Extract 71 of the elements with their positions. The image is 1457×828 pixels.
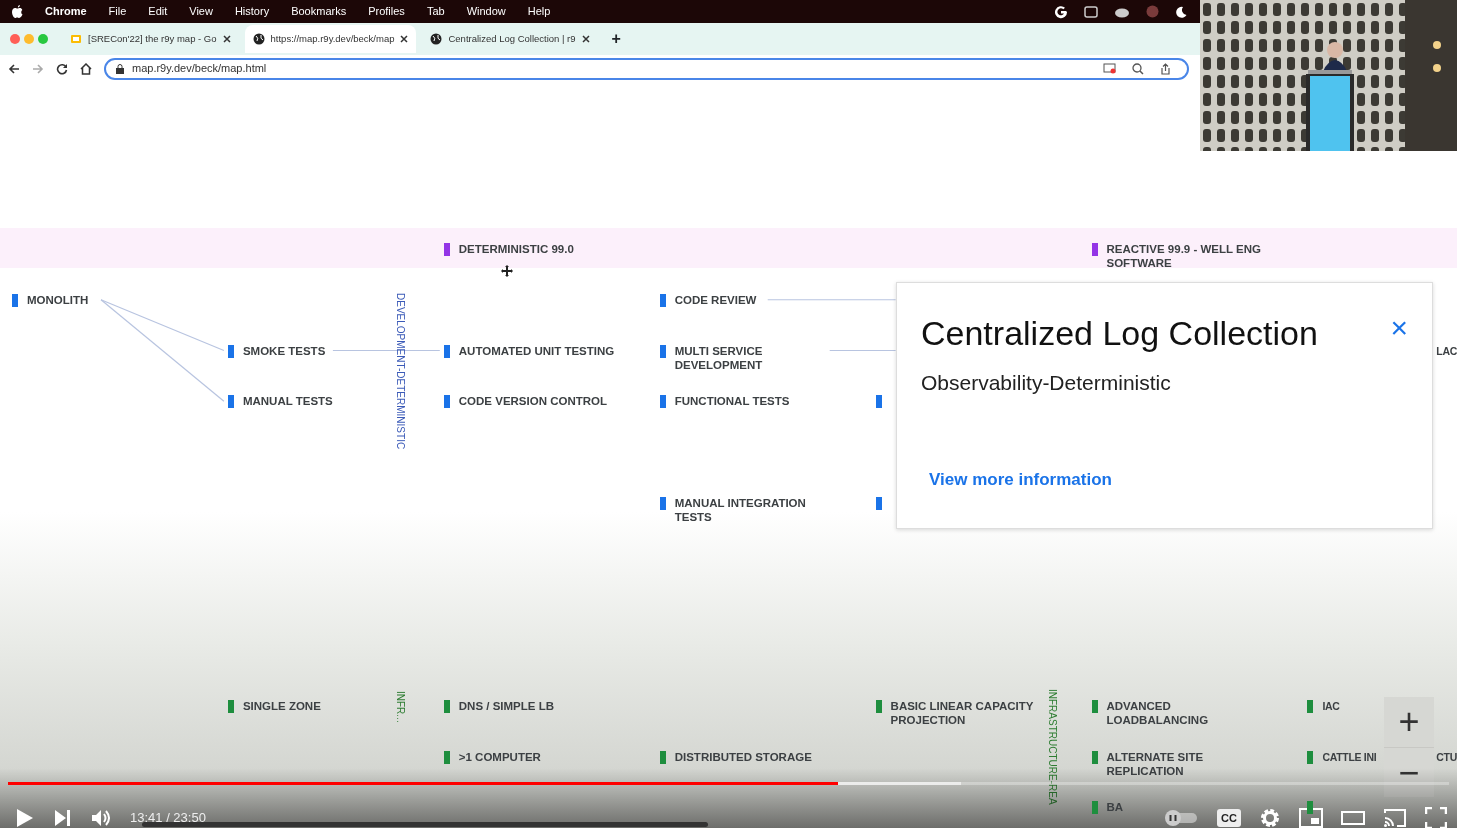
menu-item[interactable]: Tab [426, 3, 445, 20]
g-icon[interactable] [1054, 4, 1068, 19]
node-label[interactable]: MANUAL TESTS [242, 394, 333, 409]
section-label: DEVELOPMENT-DETERMINISTIC [393, 292, 406, 449]
node-label[interactable]: SINGLE ZONE [242, 698, 321, 713]
browser-tab[interactable]: [SRECon'22] the r9y map - Go [62, 25, 239, 53]
app-menu[interactable]: Chrome [45, 3, 87, 20]
new-tab-button[interactable]: + [611, 27, 621, 51]
close-button[interactable]: × [1390, 313, 1408, 343]
menu-item[interactable]: View [189, 3, 213, 20]
node-label[interactable]: ALTERNATE SITE REPLICATION [1106, 749, 1273, 778]
move-cursor-icon [501, 265, 513, 277]
node-label[interactable]: AUTOMATED UNIT TESTING [458, 343, 615, 358]
node-label[interactable]: ADVANCED LOADBALANCING [1106, 698, 1273, 727]
node-label[interactable]: DISTRIBUTED STORAGE [674, 749, 812, 764]
share-icon[interactable] [1160, 62, 1171, 75]
menu-item[interactable]: History [234, 3, 270, 20]
close-icon[interactable] [581, 35, 590, 43]
node-label: LAC [1436, 343, 1457, 359]
menu-item[interactable]: Bookmarks [291, 3, 347, 20]
section-label: INFRASTRUCTURE-REA [1045, 688, 1058, 805]
node-label[interactable]: DETERMINISTIC 99.0 [458, 242, 574, 256]
node-label[interactable]: CODE REVIEW [674, 292, 757, 307]
theater-icon[interactable] [1341, 810, 1365, 826]
node-label[interactable]: FUNCTIONAL TESTS [674, 394, 790, 409]
popup-subtitle: Observability-Deterministic [921, 370, 1172, 396]
popup-title: Centralized Log Collection [921, 313, 1318, 353]
document-icon [70, 33, 82, 45]
moon-icon[interactable] [1175, 5, 1187, 18]
node-label[interactable]: MONOLITH [27, 292, 89, 307]
reload-icon[interactable] [56, 62, 68, 75]
volume-icon[interactable] [90, 808, 112, 828]
settings-icon[interactable] [1259, 807, 1281, 828]
node-label[interactable]: CATTLE INI [1322, 749, 1377, 764]
browser-tab[interactable]: Centralized Log Collection | r9 [422, 25, 598, 53]
info-link[interactable]: View more information [929, 469, 1112, 489]
menu-item[interactable]: Help [527, 3, 551, 20]
back-icon[interactable] [8, 62, 20, 75]
node-label[interactable]: BASIC LINEAR CAPACITY PROJECTION [890, 698, 1043, 727]
section-label: INFR... [393, 690, 406, 723]
node-label[interactable]: IAC [1322, 698, 1340, 713]
home-icon[interactable] [80, 62, 92, 75]
menu-item[interactable]: Profiles [368, 3, 405, 20]
cast-icon[interactable] [1383, 808, 1407, 828]
node-label[interactable]: DNS / SIMPLE LB [458, 698, 554, 713]
close-icon[interactable] [222, 35, 231, 43]
menu-item[interactable]: Edit [148, 3, 168, 20]
lock-icon [116, 63, 124, 74]
address-field[interactable]: map.r9y.dev/beck/map.html [104, 57, 1189, 80]
menu-item[interactable]: File [108, 3, 127, 20]
node-label[interactable]: MULTI SERVICE DEVELOPMENT [674, 343, 841, 372]
screen-icon[interactable] [1103, 62, 1116, 74]
zoom-icon[interactable] [1132, 62, 1144, 75]
node-label[interactable]: REACTIVE 99.9 - WELL ENG SOFTWARE [1106, 242, 1273, 270]
time-display: 13:41 / 23:50 [130, 809, 206, 828]
node-label[interactable]: SMOKE TESTS [242, 343, 326, 358]
connector-line [829, 349, 897, 352]
menu-item[interactable]: Window [466, 3, 506, 20]
next-icon[interactable] [52, 808, 72, 828]
node-label[interactable]: MANUAL INTEGRATION TESTS [674, 495, 841, 524]
miniplayer-icon[interactable] [1299, 808, 1323, 828]
node-label: CTU [1436, 749, 1457, 765]
browser-tab[interactable]: https://map.r9y.dev/beck/map [244, 25, 417, 53]
node-label[interactable]: CODE VERSION CONTROL [458, 394, 608, 409]
play-icon[interactable] [14, 807, 34, 828]
close-icon[interactable] [400, 35, 409, 43]
autoplay-toggle[interactable] [1165, 810, 1200, 826]
apple-icon[interactable] [12, 5, 23, 18]
node-label[interactable]: >1 COMPUTER [458, 749, 541, 764]
fullscreen-icon[interactable] [1425, 807, 1447, 828]
window-icon[interactable] [1084, 5, 1098, 18]
